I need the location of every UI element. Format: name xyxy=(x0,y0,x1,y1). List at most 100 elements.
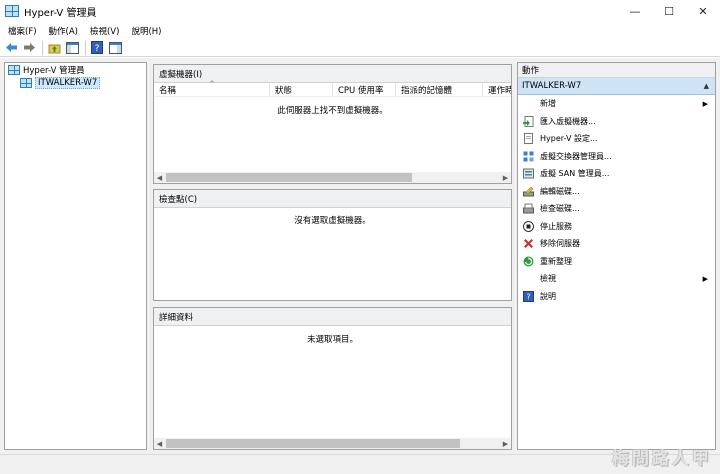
switch-icon xyxy=(523,151,534,162)
watermark-text: 梅問路人甲 xyxy=(612,449,712,469)
actions-header: 動作 xyxy=(518,63,715,78)
panel-title: 虛擬機器(I) xyxy=(154,65,511,83)
folder-up-icon xyxy=(48,44,60,53)
stop-icon xyxy=(523,220,534,232)
back-button[interactable] xyxy=(3,40,19,56)
window-title: Hyper-V 管理員 xyxy=(24,7,97,19)
center-pane: 虛擬機器(I) 名稱 狀態 CPU 使用率 指派的記憶體 運作時 ^ 此伺服器上… xyxy=(153,64,512,450)
show-hide-tree-button[interactable] xyxy=(64,40,80,56)
import-icon xyxy=(523,115,534,127)
hyperv-manager-icon xyxy=(8,64,20,75)
menu-action[interactable]: 動作(A) xyxy=(43,25,84,37)
action-label: 檢查磁碟... xyxy=(540,204,580,214)
checkpoints-panel: 檢查點(C) 沒有選取虛擬機器。 xyxy=(153,189,512,301)
scroll-right-icon[interactable]: ▶ xyxy=(500,438,511,449)
up-folder-button[interactable] xyxy=(46,40,62,56)
hyperv-app-icon xyxy=(5,5,19,17)
minimize-button[interactable]: — xyxy=(618,0,652,22)
scroll-thumb[interactable] xyxy=(166,173,412,182)
menu-file[interactable]: 檔案(F) xyxy=(2,25,43,37)
action-new[interactable]: 新增 ▶ xyxy=(518,95,715,113)
action-label: 匯入虛擬機器... xyxy=(540,116,596,126)
svg-text:?: ? xyxy=(95,44,100,54)
vm-empty-message: 此伺服器上找不到虛擬機器。 xyxy=(277,106,388,116)
menu-view[interactable]: 檢視(V) xyxy=(84,25,125,37)
scroll-left-icon[interactable]: ◀ xyxy=(154,438,165,449)
submenu-arrow-icon: ▶ xyxy=(702,99,708,108)
tree-item-hyperv-manager[interactable]: Hyper-V 管理員 xyxy=(5,63,146,76)
inspect-disk-icon xyxy=(523,203,534,214)
column-header-state[interactable]: 狀態 xyxy=(270,82,333,97)
tree-item-server[interactable]: ITWALKER-W7 xyxy=(5,76,146,89)
tree-item-label: ITWALKER-W7 xyxy=(35,76,101,89)
help-icon: ? xyxy=(523,290,534,302)
sort-caret-icon: ^ xyxy=(209,80,215,88)
action-virtual-switch-manager[interactable]: 虛擬交換器管理員... xyxy=(518,148,715,166)
toolbar-separator xyxy=(85,40,86,55)
action-label: 停止服務 xyxy=(540,221,572,231)
help-button[interactable]: ? xyxy=(89,40,105,56)
action-view[interactable]: 檢視 ▶ xyxy=(518,270,715,288)
edit-disk-icon xyxy=(523,186,534,197)
virtual-machines-panel: 虛擬機器(I) 名稱 狀態 CPU 使用率 指派的記憶體 運作時 ^ 此伺服器上… xyxy=(153,64,512,184)
action-label: 新增 xyxy=(540,99,556,109)
action-label: 檢視 xyxy=(540,274,556,284)
section-label: ITWALKER-W7 xyxy=(522,81,582,91)
action-edit-disk[interactable]: 編輯磁碟... xyxy=(518,183,715,201)
scroll-left-icon[interactable]: ◀ xyxy=(154,172,165,183)
action-pane-icon xyxy=(108,41,122,54)
settings-page-icon xyxy=(523,133,534,145)
window-controls: — ☐ ✕ xyxy=(618,0,720,22)
title-bar: Hyper-V 管理員 — ☐ ✕ xyxy=(0,0,720,22)
action-label: 虛擬 SAN 管理員... xyxy=(540,169,610,179)
column-header-memory[interactable]: 指派的記憶體 xyxy=(396,82,483,97)
column-header-cpu[interactable]: CPU 使用率 xyxy=(333,82,396,97)
panel-title: 詳細資料 xyxy=(154,308,511,326)
console-tree: Hyper-V 管理員 ITWALKER-W7 xyxy=(4,62,147,450)
collapse-up-icon[interactable]: ▲ xyxy=(704,82,709,90)
scroll-thumb[interactable] xyxy=(166,439,460,448)
show-hide-action-pane-button[interactable] xyxy=(107,40,123,56)
column-header-uptime[interactable]: 運作時 xyxy=(483,83,511,97)
details-horizontal-scrollbar[interactable]: ◀ ▶ xyxy=(154,438,511,449)
console-tree-icon xyxy=(65,41,79,54)
action-hyperv-settings[interactable]: Hyper-V 設定... xyxy=(518,130,715,148)
action-virtual-san-manager[interactable]: 虛擬 SAN 管理員... xyxy=(518,165,715,183)
back-arrow-icon xyxy=(5,43,17,52)
refresh-icon xyxy=(523,256,534,267)
action-import-vm[interactable]: 匯入虛擬機器... xyxy=(518,113,715,131)
action-inspect-disk[interactable]: 檢查磁碟... xyxy=(518,200,715,218)
details-empty-message: 未選取項目。 xyxy=(306,335,358,345)
remove-icon xyxy=(523,238,534,249)
svg-text:?: ? xyxy=(526,292,530,301)
panel-title: 檢查點(C) xyxy=(154,190,511,208)
action-remove-server[interactable]: 移除伺服器 xyxy=(518,235,715,253)
action-stop-service[interactable]: 停止服務 xyxy=(518,218,715,236)
server-icon xyxy=(20,77,32,88)
tree-item-label: Hyper-V 管理員 xyxy=(23,65,85,76)
main-area: Hyper-V 管理員 ITWALKER-W7 虛擬機器(I) 名稱 狀態 CP… xyxy=(0,58,720,454)
toolbar-separator xyxy=(42,40,43,55)
action-label: Hyper-V 設定... xyxy=(540,134,598,144)
toolbar: ? xyxy=(0,39,720,57)
action-refresh[interactable]: 重新整理 xyxy=(518,253,715,271)
submenu-arrow-icon: ▶ xyxy=(702,274,708,283)
details-panel: 詳細資料 未選取項目。 ◀ ▶ xyxy=(153,307,512,450)
action-label: 虛擬交換器管理員... xyxy=(540,151,612,161)
action-label: 說明 xyxy=(540,291,556,301)
vm-column-headers: 名稱 狀態 CPU 使用率 指派的記憶體 運作時 ^ xyxy=(154,80,511,97)
checkpoint-empty-message: 沒有選取虛擬機器。 xyxy=(294,216,371,226)
action-help[interactable]: ? 說明 xyxy=(518,288,715,306)
vm-horizontal-scrollbar[interactable]: ◀ ▶ xyxy=(154,172,511,183)
actions-section-server[interactable]: ITWALKER-W7 ▲ xyxy=(518,78,715,95)
forward-arrow-icon xyxy=(23,43,35,52)
forward-button[interactable] xyxy=(21,40,37,56)
action-label: 編輯磁碟... xyxy=(540,186,580,196)
action-label: 移除伺服器 xyxy=(540,239,580,249)
action-label: 重新整理 xyxy=(540,256,572,266)
actions-pane: 動作 ITWALKER-W7 ▲ 新增 ▶ 匯入虛擬機器... Hyper-V … xyxy=(517,62,716,450)
maximize-button[interactable]: ☐ xyxy=(652,0,686,22)
menu-help[interactable]: 說明(H) xyxy=(125,25,167,37)
close-button[interactable]: ✕ xyxy=(686,0,720,22)
scroll-right-icon[interactable]: ▶ xyxy=(500,172,511,183)
